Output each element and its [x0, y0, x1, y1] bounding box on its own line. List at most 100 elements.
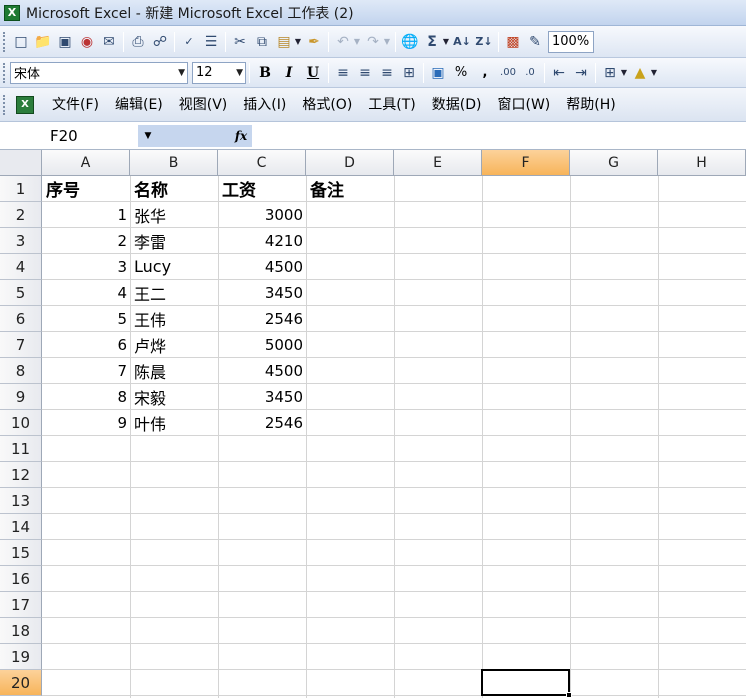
row-header[interactable]: 13: [0, 488, 42, 514]
hyperlink-icon[interactable]: 🌐: [399, 31, 421, 53]
menu-file[interactable]: 文件(F): [44, 92, 107, 118]
cell[interactable]: 备注: [307, 176, 394, 201]
menu-insert[interactable]: 插入(I): [235, 92, 294, 118]
toolbar-grip[interactable]: [3, 62, 7, 83]
bold-button[interactable]: B: [253, 62, 277, 84]
cell[interactable]: 9: [43, 410, 130, 435]
row-header[interactable]: 2: [0, 202, 42, 228]
zoom-select[interactable]: 100%: [548, 30, 594, 53]
cell[interactable]: 序号: [43, 176, 130, 201]
row-header[interactable]: 3: [0, 228, 42, 254]
cell[interactable]: 张华: [131, 202, 218, 227]
cell[interactable]: 名称: [131, 176, 218, 201]
row-header[interactable]: 18: [0, 618, 42, 644]
chevron-down-icon[interactable]: ▼: [138, 124, 158, 147]
cell[interactable]: 3450: [219, 384, 306, 409]
increase-decimal-icon[interactable]: .00: [497, 62, 519, 84]
column-header[interactable]: A: [42, 150, 130, 176]
redo-dropdown-icon[interactable]: ▼: [382, 37, 392, 46]
comma-button[interactable]: ,: [473, 62, 497, 84]
print-preview-icon[interactable]: ☍: [149, 31, 171, 53]
cell[interactable]: 7: [43, 358, 130, 383]
sort-descending-icon[interactable]: Z↓: [473, 31, 495, 53]
merge-center-icon[interactable]: ⊞: [398, 62, 420, 84]
toolbar-grip[interactable]: [3, 94, 7, 115]
row-header[interactable]: 8: [0, 358, 42, 384]
cell[interactable]: 3000: [219, 202, 306, 227]
italic-button[interactable]: I: [277, 62, 301, 84]
toolbar-grip[interactable]: [3, 31, 7, 52]
increase-indent-icon[interactable]: ⇥: [570, 62, 592, 84]
formula-input[interactable]: [252, 125, 746, 147]
cell[interactable]: 陈晨: [131, 358, 218, 383]
decrease-decimal-icon[interactable]: .0: [519, 62, 541, 84]
insert-function-icon[interactable]: fx: [230, 124, 252, 147]
borders-dropdown-icon[interactable]: ▼: [619, 68, 629, 77]
spelling-icon[interactable]: ✓: [178, 31, 200, 53]
open-icon[interactable]: 📁: [32, 31, 54, 53]
copy-icon[interactable]: ⧉: [251, 31, 273, 53]
row-header[interactable]: 14: [0, 514, 42, 540]
column-header[interactable]: B: [130, 150, 218, 176]
select-all-corner[interactable]: [0, 150, 42, 176]
worksheet-grid[interactable]: A B C D E F G H 1 2 3 4 5 6 7 8 9 10 11 12 13 14 15 16 17 18 19 20 序…: [0, 150, 746, 698]
menu-tools[interactable]: 工具(T): [360, 92, 423, 118]
column-header[interactable]: F: [482, 150, 570, 176]
row-header[interactable]: 16: [0, 566, 42, 592]
column-header[interactable]: C: [218, 150, 306, 176]
cell[interactable]: 5: [43, 306, 130, 331]
font-size-select[interactable]: 12 ▼: [192, 61, 246, 84]
cell[interactable]: 4500: [219, 358, 306, 383]
sort-ascending-icon[interactable]: A↓: [451, 31, 473, 53]
row-header[interactable]: 10: [0, 410, 42, 436]
menu-view[interactable]: 视图(V): [171, 92, 236, 118]
research-icon[interactable]: ☰: [200, 31, 222, 53]
underline-button[interactable]: U: [301, 62, 325, 84]
cell[interactable]: 5000: [219, 332, 306, 357]
cell[interactable]: 工资: [219, 176, 306, 201]
borders-icon[interactable]: ⊞: [599, 62, 621, 84]
autosum-icon[interactable]: Σ: [421, 31, 443, 53]
save-icon[interactable]: ▣: [54, 31, 76, 53]
undo-icon[interactable]: ↶: [332, 31, 354, 53]
column-header[interactable]: E: [394, 150, 482, 176]
row-header[interactable]: 4: [0, 254, 42, 280]
cell[interactable]: 4210: [219, 228, 306, 253]
paste-icon[interactable]: ▤: [273, 31, 295, 53]
cell[interactable]: 8: [43, 384, 130, 409]
print-icon[interactable]: ⎙: [127, 31, 149, 53]
menu-data[interactable]: 数据(D): [424, 92, 490, 118]
cell[interactable]: 2: [43, 228, 130, 253]
paste-dropdown-icon[interactable]: ▼: [293, 37, 303, 46]
align-center-icon[interactable]: ≡: [354, 62, 376, 84]
decrease-indent-icon[interactable]: ⇤: [548, 62, 570, 84]
cell[interactable]: 卢烨: [131, 332, 218, 357]
row-header[interactable]: 7: [0, 332, 42, 358]
fill-color-icon[interactable]: ▲: [629, 62, 651, 84]
format-painter-icon[interactable]: ✒: [303, 31, 325, 53]
workbook-icon[interactable]: X: [16, 95, 34, 114]
menu-edit[interactable]: 编辑(E): [107, 92, 171, 118]
cell[interactable]: 3: [43, 254, 130, 279]
cell[interactable]: 宋毅: [131, 384, 218, 409]
cell[interactable]: 1: [43, 202, 130, 227]
column-header[interactable]: G: [570, 150, 658, 176]
cell[interactable]: 叶伟: [131, 410, 218, 435]
active-cell-border[interactable]: [481, 669, 570, 696]
column-header[interactable]: D: [306, 150, 394, 176]
row-header[interactable]: 1: [0, 176, 42, 202]
menu-help[interactable]: 帮助(H): [558, 92, 623, 118]
row-header[interactable]: 17: [0, 592, 42, 618]
cell[interactable]: 2546: [219, 410, 306, 435]
cell[interactable]: 4500: [219, 254, 306, 279]
chart-wizard-icon[interactable]: ▩: [502, 31, 524, 53]
row-header[interactable]: 19: [0, 644, 42, 670]
percent-button[interactable]: %: [449, 62, 473, 84]
email-icon[interactable]: ✉: [98, 31, 120, 53]
cell[interactable]: 王二: [131, 280, 218, 305]
cell[interactable]: 王伟: [131, 306, 218, 331]
name-box[interactable]: F20: [2, 124, 138, 147]
cell[interactable]: 2546: [219, 306, 306, 331]
row-header[interactable]: 20: [0, 670, 42, 696]
cell[interactable]: 6: [43, 332, 130, 357]
